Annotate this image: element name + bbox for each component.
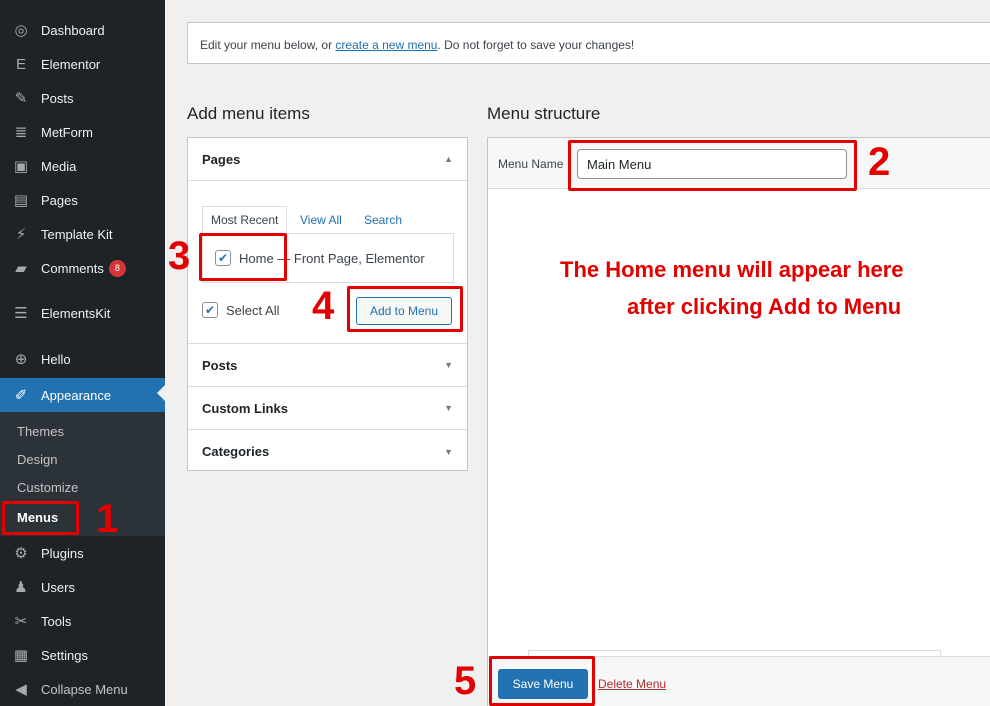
annotation-step-5: 5 — [454, 659, 477, 703]
sidebar-item-label: Hello — [41, 351, 71, 367]
sidebar-item-template-kit[interactable]: ⚡ Template Kit — [0, 219, 165, 249]
annotation-note-line-1: The Home menu will appear here — [560, 257, 904, 282]
sidebar-item-label: ElementsKit — [41, 305, 111, 321]
sidebar-item-pages[interactable]: ▤ Pages — [0, 185, 165, 215]
form-icon: ≣ — [14, 124, 28, 141]
categories-section-label: Categories — [202, 444, 270, 459]
sidebar-item-label: Tools — [41, 613, 72, 629]
pages-section-label: Pages — [202, 151, 241, 167]
edit-menu-notice: Edit your menu below, or create a new me… — [187, 22, 990, 64]
posts-section-header[interactable]: Posts ▼ — [188, 344, 467, 387]
custom-links-section-header[interactable]: Custom Links ▼ — [188, 387, 467, 430]
sidebar-item-label: Appearance — [41, 387, 112, 403]
sidebar-item-label: Settings — [41, 647, 88, 663]
annotation-box-home-checkbox — [199, 233, 287, 281]
media-icon: ▣ — [13, 158, 29, 175]
sidebar-item-comments[interactable]: ▰ Comments 8 — [0, 253, 165, 283]
submenu-item-customize[interactable]: Customize — [17, 480, 78, 495]
pages-section-header[interactable]: Pages ▲ — [188, 138, 467, 181]
sidebar-item-metform[interactable]: ≣ MetForm — [0, 117, 165, 147]
collapse-icon: ◀ — [15, 681, 27, 698]
select-all-label: Select All — [226, 302, 280, 318]
page-icon: ▤ — [13, 192, 29, 209]
sidebar-item-tools[interactable]: ✂ Tools — [0, 606, 165, 636]
sidebar-item-label: Template Kit — [41, 226, 113, 242]
wrench-icon: ✂ — [14, 613, 28, 630]
sidebar-item-posts[interactable]: ✎ Posts — [0, 83, 165, 113]
expand-arrow-icon: ▼ — [444, 403, 453, 413]
dashboard-icon: ◎ — [14, 22, 28, 39]
elementskit-icon: ☰ — [14, 305, 28, 322]
collapse-arrow-icon: ▲ — [444, 154, 453, 164]
annotation-box-menu-name — [568, 140, 857, 191]
sidebar-item-dashboard[interactable]: ◎ Dashboard — [0, 15, 165, 45]
sidebar-item-label: Collapse Menu — [41, 681, 128, 697]
menu-name-label: Menu Name — [498, 157, 564, 171]
sidebar-item-label: Media — [41, 158, 77, 174]
plug-icon: ⚙ — [14, 545, 28, 562]
tab-view-all[interactable]: View All — [292, 206, 350, 234]
sidebar-item-label: Posts — [41, 90, 74, 106]
template-icon: ⚡ — [15, 226, 27, 243]
comments-count-badge: 8 — [108, 259, 126, 277]
add-menu-items-heading: Add menu items — [187, 104, 310, 123]
plus-circle-icon: ⊕ — [14, 351, 28, 368]
sidebar-item-elementskit[interactable]: ☰ ElementsKit — [0, 298, 165, 328]
annotation-step-3: 3 — [168, 234, 191, 278]
submenu-item-design[interactable]: Design — [17, 452, 57, 467]
sidebar-item-hello[interactable]: ⊕ Hello — [0, 344, 165, 374]
settings-icon: ▦ — [13, 647, 29, 664]
sidebar-item-label: Dashboard — [41, 22, 105, 38]
sidebar-item-label: MetForm — [41, 124, 93, 140]
sidebar-item-plugins[interactable]: ⚙ Plugins — [0, 538, 165, 568]
sidebar-item-appearance[interactable]: ✐ Appearance — [0, 378, 165, 412]
annotation-step-1: 1 — [96, 497, 119, 541]
menu-structure-heading: Menu structure — [487, 104, 601, 123]
pin-icon: ✎ — [14, 90, 28, 107]
sidebar-item-label: Users — [41, 579, 75, 595]
brush-icon: ✐ — [14, 387, 28, 404]
user-icon: ♟ — [14, 579, 28, 596]
sidebar-item-settings[interactable]: ▦ Settings — [0, 640, 165, 670]
tab-most-recent[interactable]: Most Recent — [202, 206, 288, 234]
sidebar-item-label: Pages — [41, 192, 78, 208]
posts-section-label: Posts — [202, 357, 238, 373]
annotation-box-menus — [2, 501, 79, 535]
sidebar-item-elementor[interactable]: E Elementor — [0, 49, 165, 79]
select-all-row[interactable]: ✔ Select All — [202, 302, 279, 318]
sidebar-item-label: Comments — [41, 260, 104, 276]
submenu-item-themes[interactable]: Themes — [17, 424, 64, 439]
sidebar-item-users[interactable]: ♟ Users — [0, 572, 165, 602]
sidebar-item-label: Elementor — [41, 56, 101, 72]
delete-menu-link[interactable]: Delete Menu — [598, 677, 666, 691]
annotation-box-add-to-menu — [347, 286, 463, 332]
menu-structure-panel: Menu Name Save Menu Delete Menu — [487, 137, 990, 706]
tab-search[interactable]: Search — [356, 206, 410, 234]
annotation-step-4: 4 — [312, 284, 335, 328]
annotation-step-2: 2 — [868, 140, 891, 184]
sidebar-item-label: Plugins — [41, 545, 84, 561]
categories-section-header[interactable]: Categories ▼ — [188, 430, 467, 473]
admin-sidebar: ◎ Dashboard E Elementor ✎ Posts ≣ MetFor… — [0, 0, 165, 706]
sidebar-item-media[interactable]: ▣ Media — [0, 151, 165, 181]
custom-links-section-label: Custom Links — [202, 400, 288, 416]
notice-text-after: . Do not forget to save your changes! — [437, 38, 635, 52]
comment-icon: ▰ — [15, 260, 27, 277]
select-all-checkbox[interactable]: ✔ — [202, 302, 218, 318]
elementor-icon: E — [15, 55, 26, 73]
annotation-note-line-2: after clicking Add to Menu — [627, 294, 902, 319]
expand-arrow-icon: ▼ — [444, 360, 453, 370]
notice-text-before: Edit your menu below, or — [200, 38, 336, 52]
annotation-box-save-menu — [489, 656, 595, 706]
create-new-menu-link[interactable]: create a new menu — [335, 38, 437, 52]
expand-arrow-icon: ▼ — [444, 446, 453, 457]
sidebar-item-collapse-menu[interactable]: ◀ Collapse Menu — [0, 674, 165, 704]
